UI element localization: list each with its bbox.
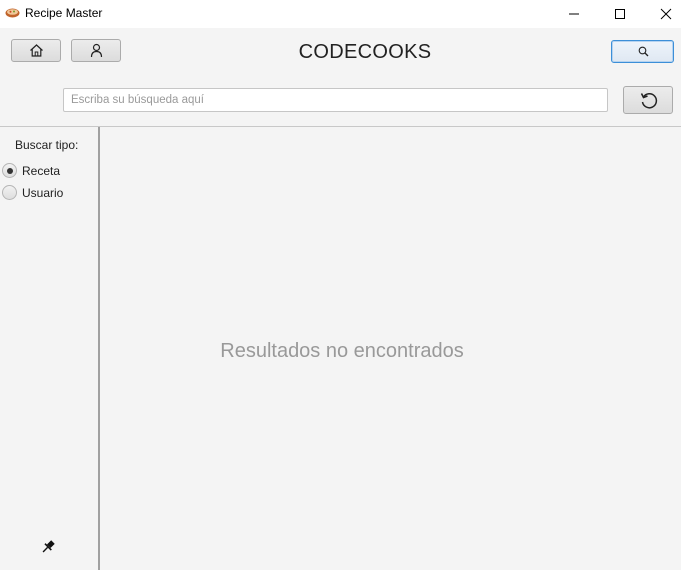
search-input[interactable] (63, 88, 608, 112)
no-results-message: Resultados no encontrados (220, 340, 464, 362)
search-icon (638, 46, 649, 57)
results-panel: Resultados no encontrados (100, 127, 681, 570)
sidebar: Buscar tipo: Receta Usuario (0, 127, 98, 570)
radio-button-receta[interactable] (2, 163, 17, 178)
pin-icon[interactable] (40, 539, 56, 555)
window-title: Recipe Master (25, 6, 103, 20)
brand-title: CODECOOKS (298, 41, 432, 63)
refresh-icon (640, 93, 658, 109)
refresh-button[interactable] (623, 86, 673, 114)
header: CODECOOKS (0, 28, 681, 126)
user-button[interactable] (71, 39, 121, 62)
radio-label-usuario: Usuario (22, 186, 64, 200)
radio-label-receta: Receta (22, 164, 61, 178)
minimize-icon (569, 13, 579, 15)
recipe-bowl-icon (5, 8, 20, 18)
maximize-button[interactable] (597, 0, 643, 28)
search-type-label: Buscar tipo: (15, 138, 79, 152)
minimize-button[interactable] (551, 0, 597, 28)
close-button[interactable] (643, 0, 681, 28)
search-button[interactable] (611, 40, 674, 63)
maximize-icon (615, 9, 625, 19)
home-button[interactable] (11, 39, 61, 62)
close-icon (660, 8, 672, 20)
title-bar: Recipe Master (0, 0, 681, 28)
home-icon (30, 44, 43, 57)
user-icon (90, 43, 103, 58)
radio-button-usuario[interactable] (2, 185, 17, 200)
